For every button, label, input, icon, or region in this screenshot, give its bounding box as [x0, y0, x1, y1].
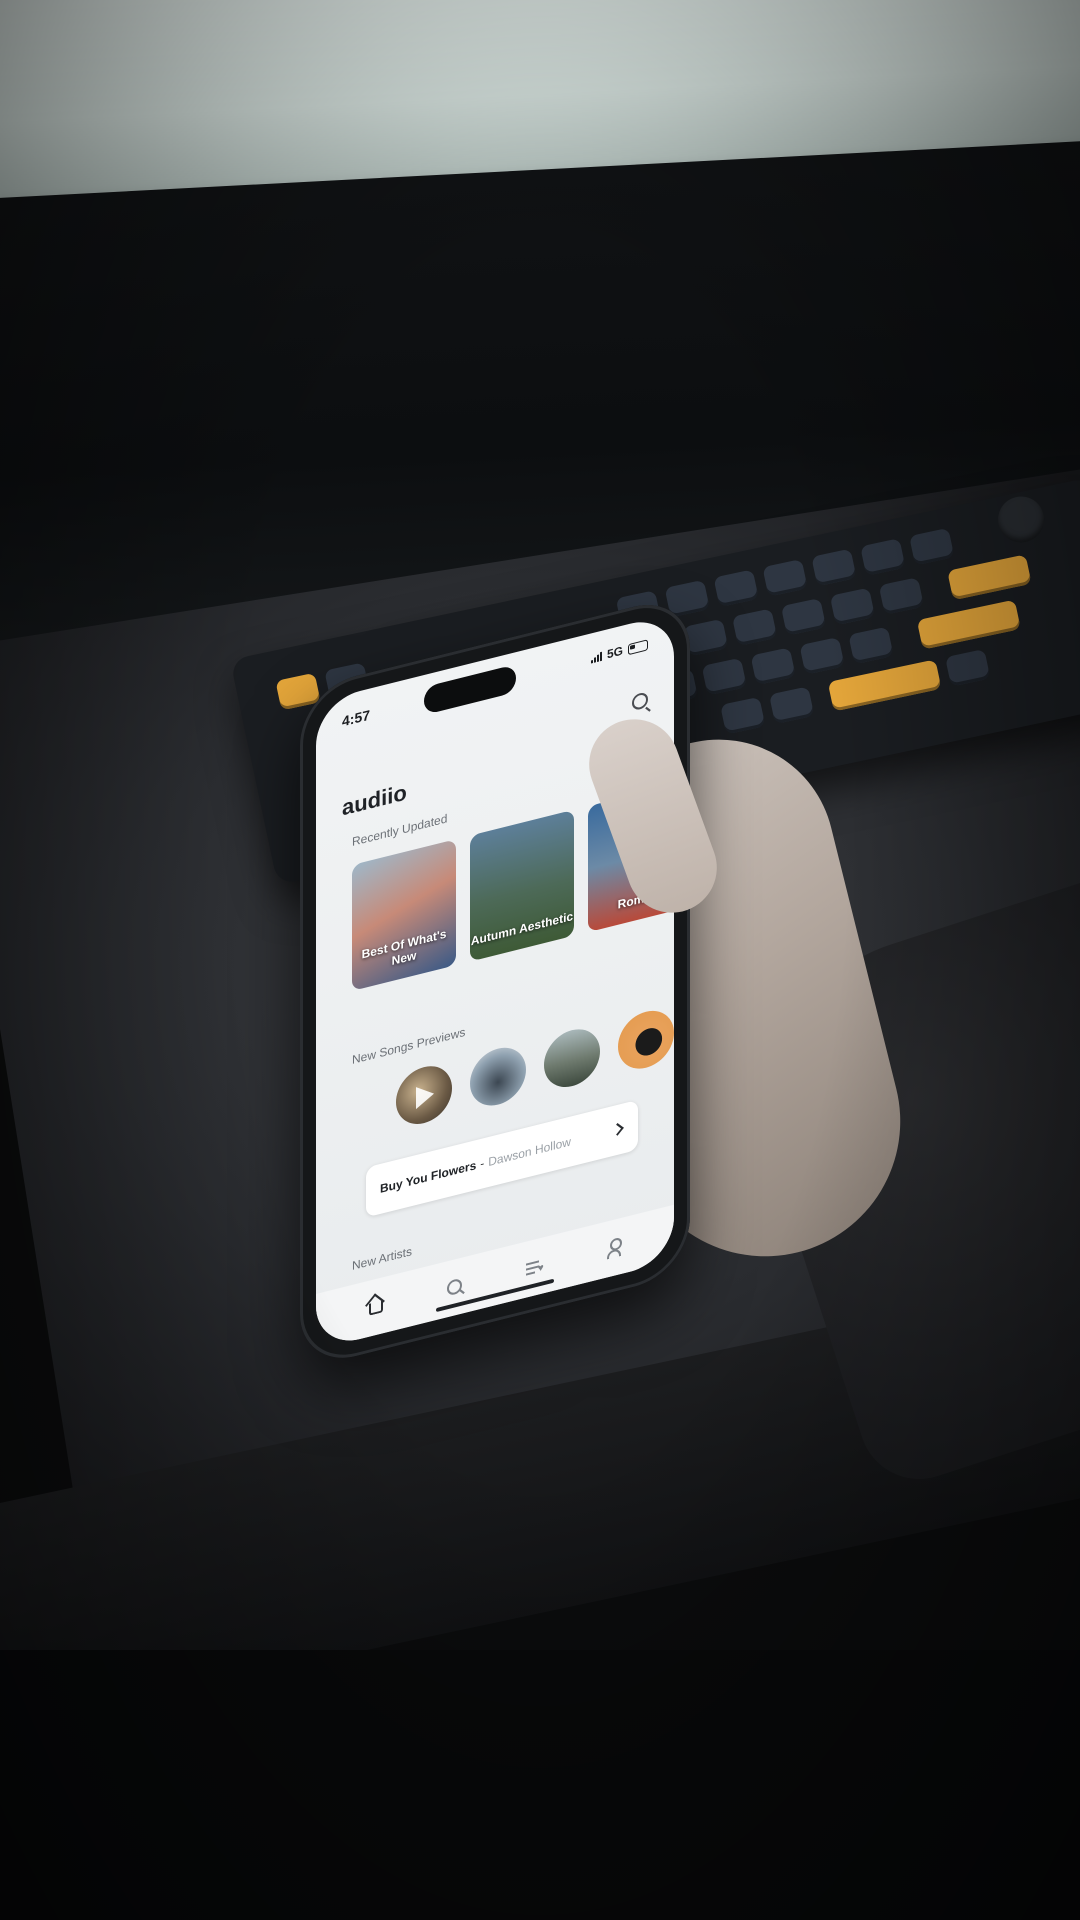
keyboard-key	[701, 657, 747, 696]
keyboard-key	[713, 569, 759, 608]
song-preview-thumb[interactable]	[396, 1060, 452, 1131]
playlist-card[interactable]: Best Of What's New	[352, 839, 456, 992]
song-preview-thumb[interactable]	[544, 1023, 600, 1094]
keyboard-key	[860, 538, 906, 576]
now-playing-song: Buy You Flowers	[380, 1158, 477, 1197]
tab-home[interactable]	[363, 1291, 389, 1323]
play-icon	[416, 1082, 434, 1110]
smartphone: 4:57 5G audiio Recently Updated Best Of …	[300, 592, 690, 1370]
status-time: 4:57	[342, 706, 371, 730]
search-icon-handle	[459, 1289, 466, 1295]
now-playing-separator: -	[480, 1156, 485, 1172]
keyboard-key	[768, 686, 815, 725]
tab-profile[interactable]	[601, 1231, 627, 1263]
keyboard-key	[731, 608, 778, 647]
song-preview-thumb[interactable]	[618, 1004, 674, 1075]
heart-icon: ♥	[537, 1262, 544, 1275]
keyboard-key	[750, 647, 796, 686]
keyboard-key	[827, 659, 942, 712]
song-preview-thumb[interactable]	[470, 1041, 526, 1112]
status-indicators: 5G	[590, 637, 648, 665]
keyboard-key	[945, 648, 991, 687]
playlist-card-label: Autumn Aesthetic	[470, 909, 574, 949]
search-icon[interactable]	[632, 691, 648, 712]
keyboard-key	[916, 599, 1021, 650]
keyboard-key	[780, 597, 827, 636]
keyboard-key	[762, 558, 808, 597]
app-brand: audiio	[342, 779, 407, 821]
playlist-card-label: Best Of What's New	[361, 926, 447, 969]
section-title-recently-updated: Recently Updated	[352, 811, 448, 850]
keyboard-key	[799, 636, 845, 675]
keyboard-key	[947, 554, 1032, 601]
floor-shadow	[0, 1650, 1080, 1920]
keyboard-key	[811, 548, 857, 587]
photo-scene: 4:57 5G audiio Recently Updated Best Of …	[0, 0, 1080, 1920]
keyboard-key	[909, 527, 955, 566]
keyboard-key	[848, 626, 894, 665]
dynamic-island	[424, 664, 516, 716]
section-title-new-artists: New Artists	[352, 1244, 413, 1274]
profile-icon-body	[607, 1247, 622, 1260]
keyboard-key	[878, 577, 925, 615]
chevron-right-icon[interactable]	[611, 1122, 624, 1136]
tab-library[interactable]: ♥	[522, 1251, 548, 1283]
playlist-card[interactable]: Autumn Aesthetic	[470, 809, 574, 962]
search-icon	[447, 1277, 463, 1297]
library-icon-line	[525, 1271, 535, 1276]
now-playing-artist: Dawson Hollow	[488, 1134, 571, 1170]
keyboard-knob	[993, 492, 1049, 547]
signal-icon	[590, 651, 602, 664]
tab-search[interactable]	[442, 1271, 468, 1303]
keyboard-key	[829, 587, 876, 626]
keyboard-key	[720, 696, 766, 735]
home-icon-body	[368, 1300, 383, 1316]
battery-icon	[628, 638, 648, 655]
network-label: 5G	[606, 643, 623, 662]
